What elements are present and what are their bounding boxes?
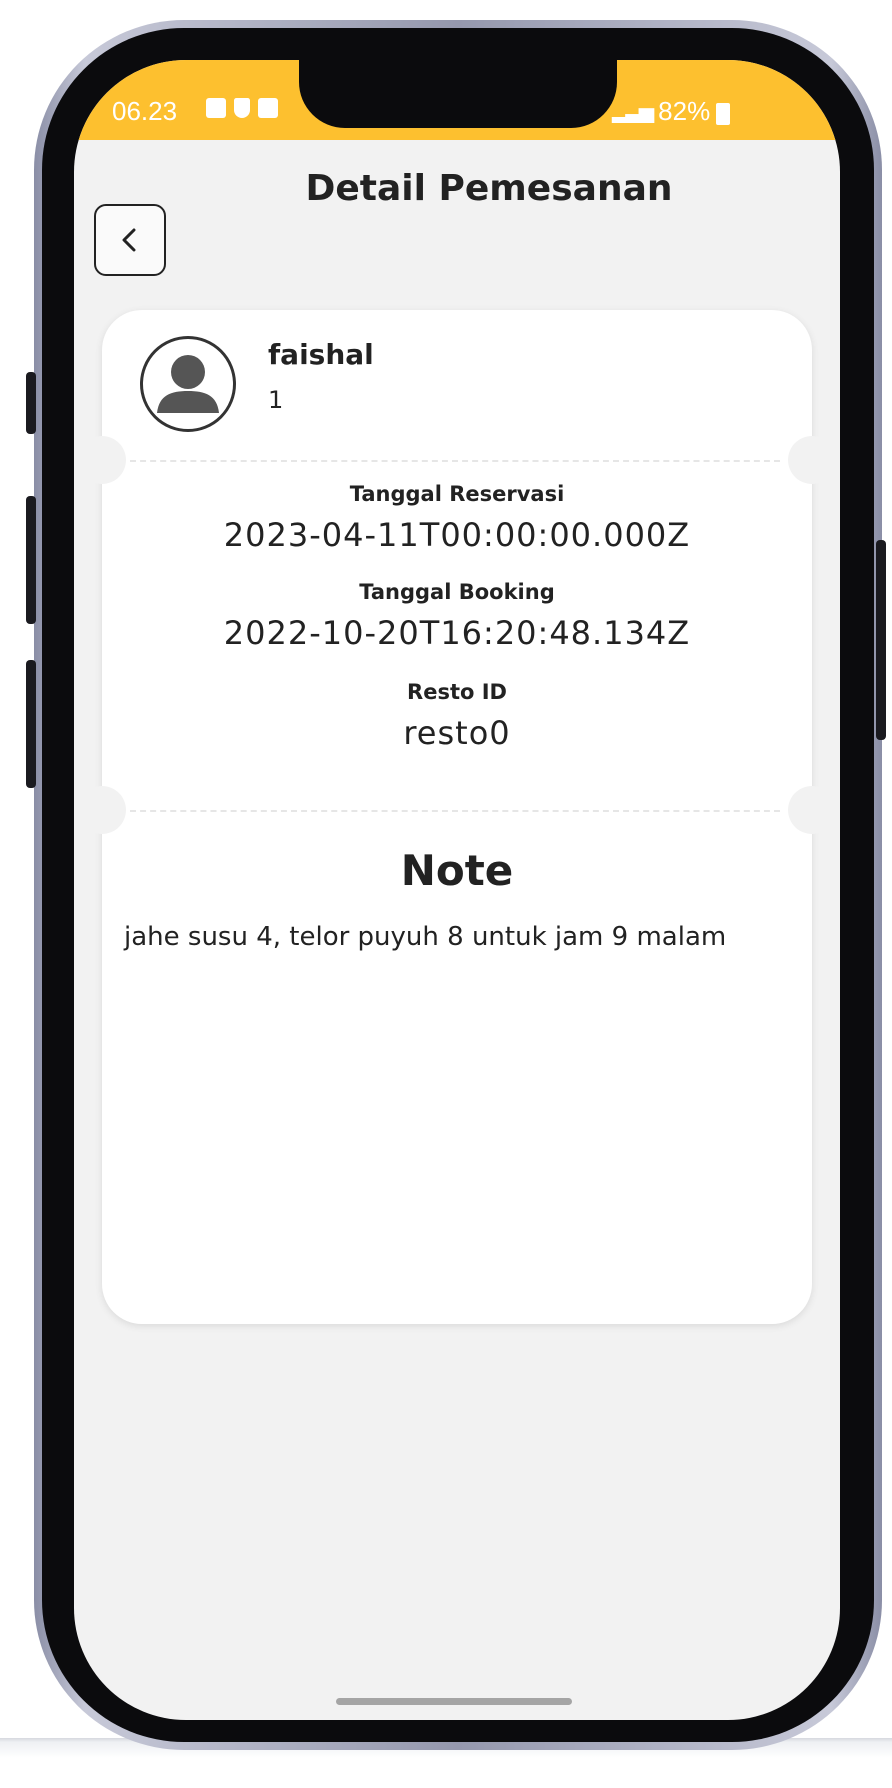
ticket-notch-left (78, 786, 126, 834)
volume-down-button (26, 660, 36, 788)
divider (130, 460, 780, 462)
user-id: 1 (268, 386, 284, 414)
silent-switch (26, 372, 36, 434)
status-time: 06.23 (112, 96, 178, 126)
tanggal-booking-label: Tanggal Booking (359, 580, 555, 604)
home-indicator[interactable] (336, 1698, 572, 1705)
gallery-icon (206, 98, 226, 118)
chevron-left-icon (122, 228, 136, 252)
divider (130, 810, 780, 812)
notch (299, 60, 617, 128)
note-title: Note (400, 846, 514, 895)
ticket-notch-right (788, 436, 836, 484)
resto-id-label: Resto ID (407, 680, 507, 704)
battery-icon (716, 102, 731, 125)
checkbox-icon (258, 98, 278, 118)
shield-icon (234, 98, 250, 118)
tanggal-reservasi-label: Tanggal Reservasi (349, 482, 565, 506)
note-text: jahe susu 4, telor puyuh 8 untuk jam 9 m… (124, 922, 727, 952)
phone-screen: 06.23 ▂▃▅ 82% Detail Pemesanan faishal 1 (74, 60, 840, 1720)
ticket-notch-right (788, 786, 836, 834)
resto-id-value: resto0 (403, 714, 511, 752)
battery-percentage: 82% (658, 96, 711, 126)
power-button (876, 540, 886, 740)
volume-up-button (26, 496, 36, 624)
tanggal-reservasi-value: 2023-04-11T00:00:00.000Z (223, 516, 691, 554)
signal-icon: ▂▃▅ (612, 101, 654, 123)
status-icons-left (206, 98, 278, 118)
tanggal-booking-value: 2022-10-20T16:20:48.134Z (223, 614, 691, 652)
order-detail-card: faishal 1 Tanggal Reservasi 2023-04-11T0… (78, 310, 836, 1324)
user-avatar-icon (140, 336, 236, 432)
status-icons-right: ▂▃▅ 82% (612, 96, 731, 127)
page-title: Detail Pemesanan (305, 168, 673, 209)
back-button[interactable] (94, 204, 166, 276)
ticket-notch-left (78, 436, 126, 484)
user-name: faishal (268, 338, 374, 371)
